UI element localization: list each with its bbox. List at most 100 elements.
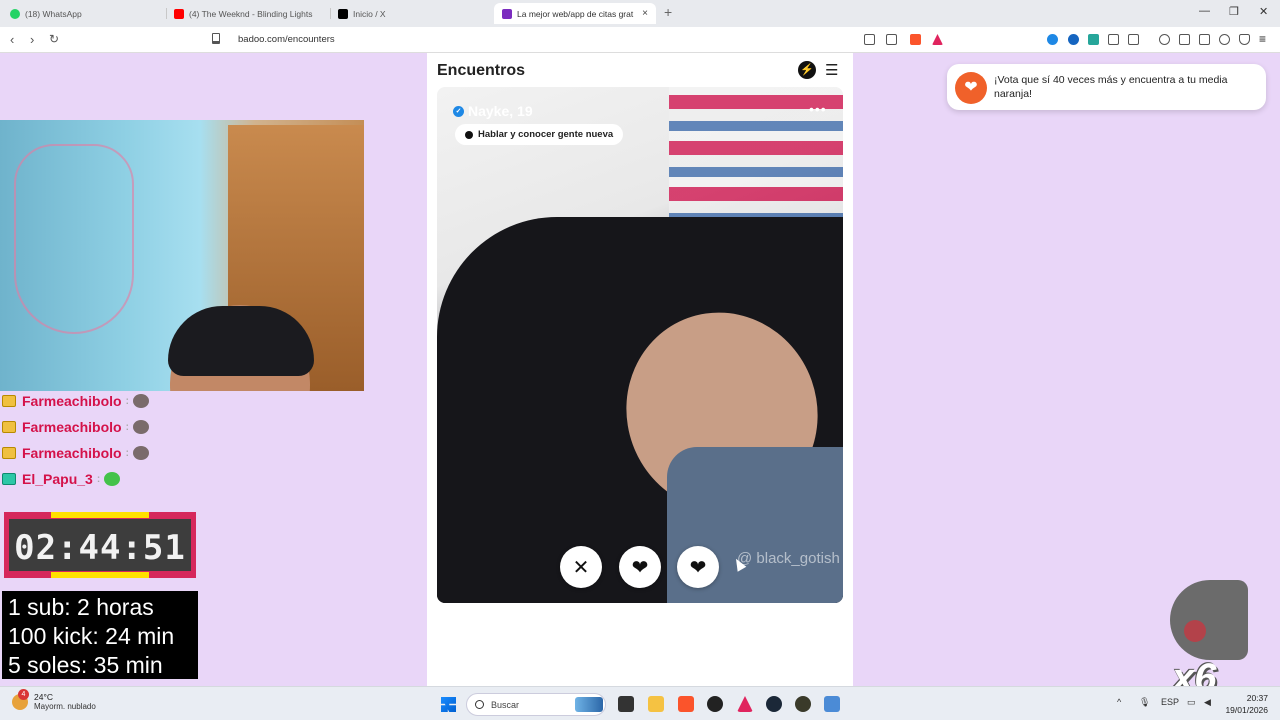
chat-username: Farmeachibolo — [22, 393, 122, 409]
encounters-panel: Encuentros ⚡ ☰ ✓ Nayke, 19 ••• Hablar y … — [427, 53, 853, 686]
music-icon[interactable] — [1159, 34, 1170, 45]
heart-arrow-icon: ❤ — [631, 556, 649, 579]
audio-extension-icon[interactable] — [1047, 34, 1058, 45]
crush-button[interactable]: ❤ — [619, 546, 661, 588]
maximize-button[interactable]: ❐ — [1229, 5, 1239, 18]
weather-icon: 4 — [12, 689, 29, 710]
close-window-button[interactable]: ✕ — [1259, 5, 1268, 18]
sidebar-icon[interactable] — [1179, 34, 1190, 45]
tab-title: (18) WhatsApp — [25, 8, 82, 19]
taskbar-search[interactable]: Buscar — [466, 693, 606, 716]
minimize-button[interactable]: — — [1199, 5, 1210, 17]
chat-username: Farmeachibolo — [22, 445, 122, 461]
menu-icon[interactable]: ≡ — [1259, 33, 1270, 45]
tab-divider — [330, 8, 331, 19]
like-button[interactable]: ❤ — [677, 546, 719, 588]
url-input[interactable]: badoo.com/encounters — [238, 34, 335, 45]
subscriber-badge-icon — [2, 447, 16, 459]
intent-tag-text: Hablar y conocer gente nueva — [478, 129, 614, 140]
new-tab-button[interactable]: + — [664, 4, 672, 20]
leo-ai-icon[interactable] — [1219, 34, 1230, 45]
app-icon[interactable] — [795, 696, 811, 712]
x-logo-icon — [338, 8, 348, 19]
file-explorer-icon[interactable] — [648, 696, 664, 712]
timer-digits: 02:44:51 — [14, 528, 186, 568]
brave-shield-icon[interactable] — [910, 34, 921, 45]
notification-badge: 4 — [18, 689, 29, 700]
youtube-icon — [174, 8, 184, 19]
wallet-icon[interactable] — [1199, 34, 1210, 45]
filters-icon[interactable]: ☰ — [825, 61, 838, 79]
close-icon: ✕ — [572, 556, 590, 579]
volume-icon[interactable]: ◀ — [1204, 697, 1211, 708]
tab-whatsapp[interactable]: (18) WhatsApp — [10, 3, 160, 24]
start-button[interactable] — [441, 697, 456, 712]
network-icon[interactable]: ▭ — [1187, 697, 1196, 708]
chat-username: Farmeachibolo — [22, 419, 122, 435]
chat-username: El_Papu_3 — [22, 471, 93, 487]
translate-extension-icon[interactable] — [1088, 34, 1099, 45]
back-button[interactable]: ‹ — [10, 32, 14, 47]
system-clock[interactable]: 20:37 19/01/2026 — [1222, 692, 1268, 716]
share-icon[interactable] — [886, 34, 897, 45]
tab-badoo[interactable]: La mejor web/app de citas grat × — [494, 3, 656, 24]
timer-accent — [51, 572, 149, 578]
cast-icon[interactable] — [864, 34, 875, 45]
clock-date: 19/01/2026 — [1225, 705, 1268, 715]
vpn-icon[interactable] — [1239, 34, 1250, 45]
toast-message: ¡Vota que sí 40 veces más y encuentra a … — [994, 74, 1228, 100]
reload-icon[interactable]: ↻ — [49, 32, 59, 46]
temperature: 24°C — [34, 692, 53, 702]
goal-line: 100 kick: 24 min — [8, 623, 175, 649]
language-indicator[interactable]: ESP — [1161, 697, 1179, 707]
whatsapp-icon — [10, 8, 20, 19]
emote-icon — [104, 472, 121, 486]
snipping-tool-icon[interactable] — [824, 696, 840, 712]
dislike-button[interactable]: ✕ — [560, 546, 602, 588]
profile-card[interactable]: ✓ Nayke, 19 ••• Hablar y conocer gente n… — [437, 87, 843, 603]
clock-time: 20:37 — [1246, 693, 1268, 703]
timer-panel: 02:44:51 — [9, 519, 191, 571]
task-view-icon[interactable] — [618, 696, 634, 712]
emote-icon — [132, 446, 149, 460]
more-options-icon[interactable]: ••• — [809, 101, 827, 117]
weather-widget[interactable]: 4 24°C Mayorm. nublado — [12, 689, 96, 711]
microphone-icon[interactable]: 🎙 — [1139, 697, 1150, 708]
bookmark-icon[interactable] — [212, 33, 220, 44]
page-title: Encuentros — [437, 62, 526, 79]
steam-icon[interactable] — [766, 696, 782, 712]
emote-icon — [132, 420, 149, 434]
goal-line: 5 soles: 35 min — [8, 652, 163, 678]
tab-youtube[interactable]: (4) The Weeknd - Blinding Lights — [174, 3, 324, 24]
tab-title: Inicio / X — [353, 8, 386, 19]
brave-browser-icon[interactable] — [678, 696, 694, 712]
stream-chat: Farmeachibolo : Farmeachibolo : Farmeach… — [2, 388, 202, 492]
obs-icon[interactable] — [707, 696, 723, 712]
tab-title: (4) The Weeknd - Blinding Lights — [189, 8, 313, 19]
chat-separator: : — [125, 395, 129, 407]
extension-icon[interactable] — [1068, 34, 1079, 45]
wallet-extension-icon[interactable] — [1128, 34, 1139, 45]
puzzle-icon[interactable] — [1108, 34, 1119, 45]
boost-icon[interactable]: ⚡ — [798, 61, 816, 79]
animal-sticker — [1170, 580, 1248, 660]
wall-drawing — [14, 144, 134, 334]
verified-icon: ✓ — [453, 105, 464, 117]
subscriber-badge-icon — [2, 395, 16, 407]
tab-x[interactable]: Inicio / X — [338, 3, 488, 24]
search-placeholder: Buscar — [491, 699, 520, 710]
photo-watermark: @ black_gotish — [737, 550, 840, 567]
profile-name[interactable]: ✓ Nayke, 19 — [453, 103, 533, 119]
forward-button[interactable]: › — [30, 32, 34, 47]
close-tab-icon[interactable]: × — [636, 8, 648, 19]
brave-rewards-icon[interactable] — [932, 34, 943, 45]
tab-title: La mejor web/app de citas grat — [517, 8, 634, 19]
sticker-mouth — [1184, 620, 1206, 642]
notification-toast[interactable]: ❤ ¡Vota que sí 40 veces más y encuentra … — [947, 64, 1266, 110]
subathon-goals: 1 sub: 2 horas 100 kick: 24 min 5 soles:… — [2, 591, 198, 679]
heart-icon: ❤ — [689, 556, 707, 579]
subscriber-badge-icon — [2, 421, 16, 433]
show-hidden-icons[interactable]: ^ — [1117, 697, 1121, 707]
app-icon[interactable] — [737, 696, 753, 712]
chat-separator: : — [125, 421, 129, 433]
